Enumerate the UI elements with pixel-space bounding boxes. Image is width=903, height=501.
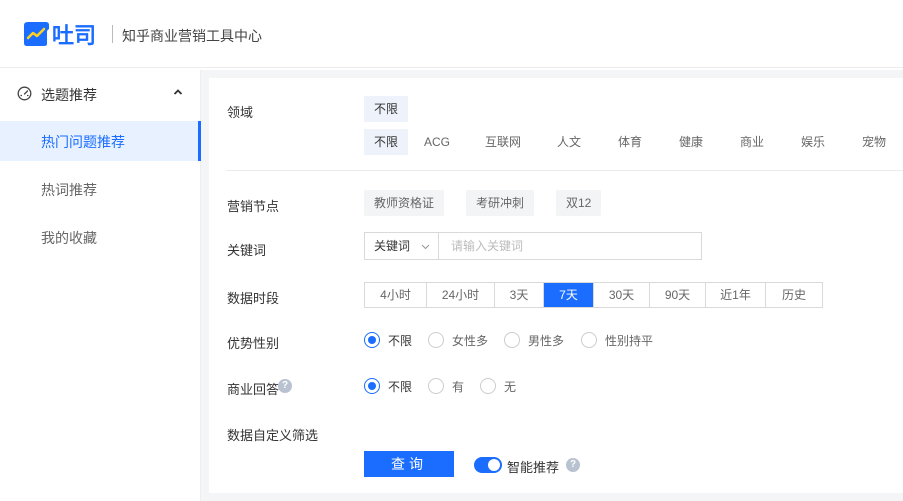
custom-filter-label: 数据自定义筛选 [227,428,319,443]
domain-option-all[interactable]: 不限 [364,129,409,155]
keyword-type-select[interactable]: 关键词 [364,232,438,260]
sidebar-item-label: 热词推荐 [41,182,97,198]
sidebar: 选题推荐 热门问题推荐 热词推荐 我的收藏 [0,70,201,501]
business-radio-any[interactable]: 不限 [364,377,412,395]
period-option-history[interactable]: 历史 [766,283,822,307]
radio-label: 性别持平 [605,333,654,348]
sidebar-item-hot-questions[interactable]: 热门问题推荐 [0,121,201,161]
domain-selected-tag[interactable]: 不限 [364,96,409,122]
logo[interactable]: 吐司 [22,19,106,49]
period-option-7d[interactable]: 7天 [544,283,594,307]
domain-option-humanities[interactable]: 人文 [547,129,591,155]
radio-dot [364,332,380,348]
logo-text: 吐司 [52,23,97,48]
domain-option-acg[interactable]: ACG [414,129,460,155]
business-radio-no[interactable]: 无 [480,377,516,395]
radio-label: 不限 [388,379,413,394]
radio-label: 男性多 [528,333,565,348]
radio-label: 女性多 [452,333,489,348]
sidebar-item-hot-words[interactable]: 热词推荐 [0,169,201,209]
sidebar-group-label: 选题推荐 [41,87,97,103]
radio-dot [504,332,520,348]
header-divider [112,25,113,43]
header-subtitle: 知乎商业营销工具中心 [122,28,262,44]
smart-recommend-toggle[interactable] [474,457,502,473]
node-chip-teacher-cert[interactable]: 教师资格证 [364,190,445,216]
radio-label: 不限 [388,333,413,348]
domain-option-internet[interactable]: 互联网 [475,129,531,155]
sidebar-item-favorites[interactable]: 我的收藏 [0,217,201,257]
period-option-4h[interactable]: 4小时 [365,283,427,307]
sidebar-item-label: 我的收藏 [41,230,97,246]
business-label: 商业回答 [227,382,280,397]
gender-radio-female[interactable]: 女性多 [428,331,488,349]
domain-option-sports[interactable]: 体育 [608,129,652,155]
keyword-input[interactable] [438,232,702,260]
period-option-90d[interactable]: 90天 [650,283,706,307]
gender-label: 优势性别 [227,336,280,351]
dashboard-gauge-icon [17,86,32,101]
radio-dot [480,378,496,394]
gender-radio-any[interactable]: 不限 [364,331,412,349]
node-label: 营销节点 [227,199,280,214]
gender-radio-male[interactable]: 男性多 [504,331,564,349]
domain-option-health[interactable]: 健康 [669,129,713,155]
help-question-icon[interactable]: ? [278,379,292,393]
node-chip-double12[interactable]: 双12 [556,190,602,216]
gender-radio-balanced[interactable]: 性别持平 [581,331,653,349]
query-button[interactable]: 查询 [364,451,454,477]
top-header: 吐司 知乎商业营销工具中心 [0,0,903,68]
period-option-30d[interactable]: 30天 [594,283,650,307]
radio-dot [428,332,444,348]
period-option-3d[interactable]: 3天 [495,283,544,307]
smart-recommend-label: 智能推荐 [507,460,560,475]
period-option-24h[interactable]: 24小时 [427,283,495,307]
help-question-icon[interactable]: ? [566,458,580,472]
business-radio-yes[interactable]: 有 [428,377,464,395]
period-label: 数据时段 [227,291,280,306]
radio-dot [428,378,444,394]
sidebar-item-label: 热门问题推荐 [41,134,125,150]
chevron-up-icon [173,89,183,95]
radio-dot [364,378,380,394]
period-segmented-control: 4小时 24小时 3天 7天 30天 90天 近1年 历史 [364,282,823,308]
toast-logo-icon [24,22,49,46]
domain-option-pets[interactable]: 宠物 [852,129,896,155]
radio-label: 无 [504,379,517,394]
radio-dot [581,332,597,348]
section-divider [226,170,903,171]
domain-option-business[interactable]: 商业 [730,129,774,155]
node-chip-kaoyan[interactable]: 考研冲刺 [466,190,535,216]
keyword-label: 关键词 [227,243,267,258]
radio-label: 有 [452,379,465,394]
domain-label: 领域 [227,105,254,120]
domain-option-entertainment[interactable]: 娱乐 [791,129,835,155]
chevron-down-icon [421,244,430,250]
sidebar-group-topic[interactable]: 选题推荐 [0,70,201,116]
period-option-1y[interactable]: 近1年 [706,283,766,307]
keyword-type-value: 关键词 [374,239,411,253]
